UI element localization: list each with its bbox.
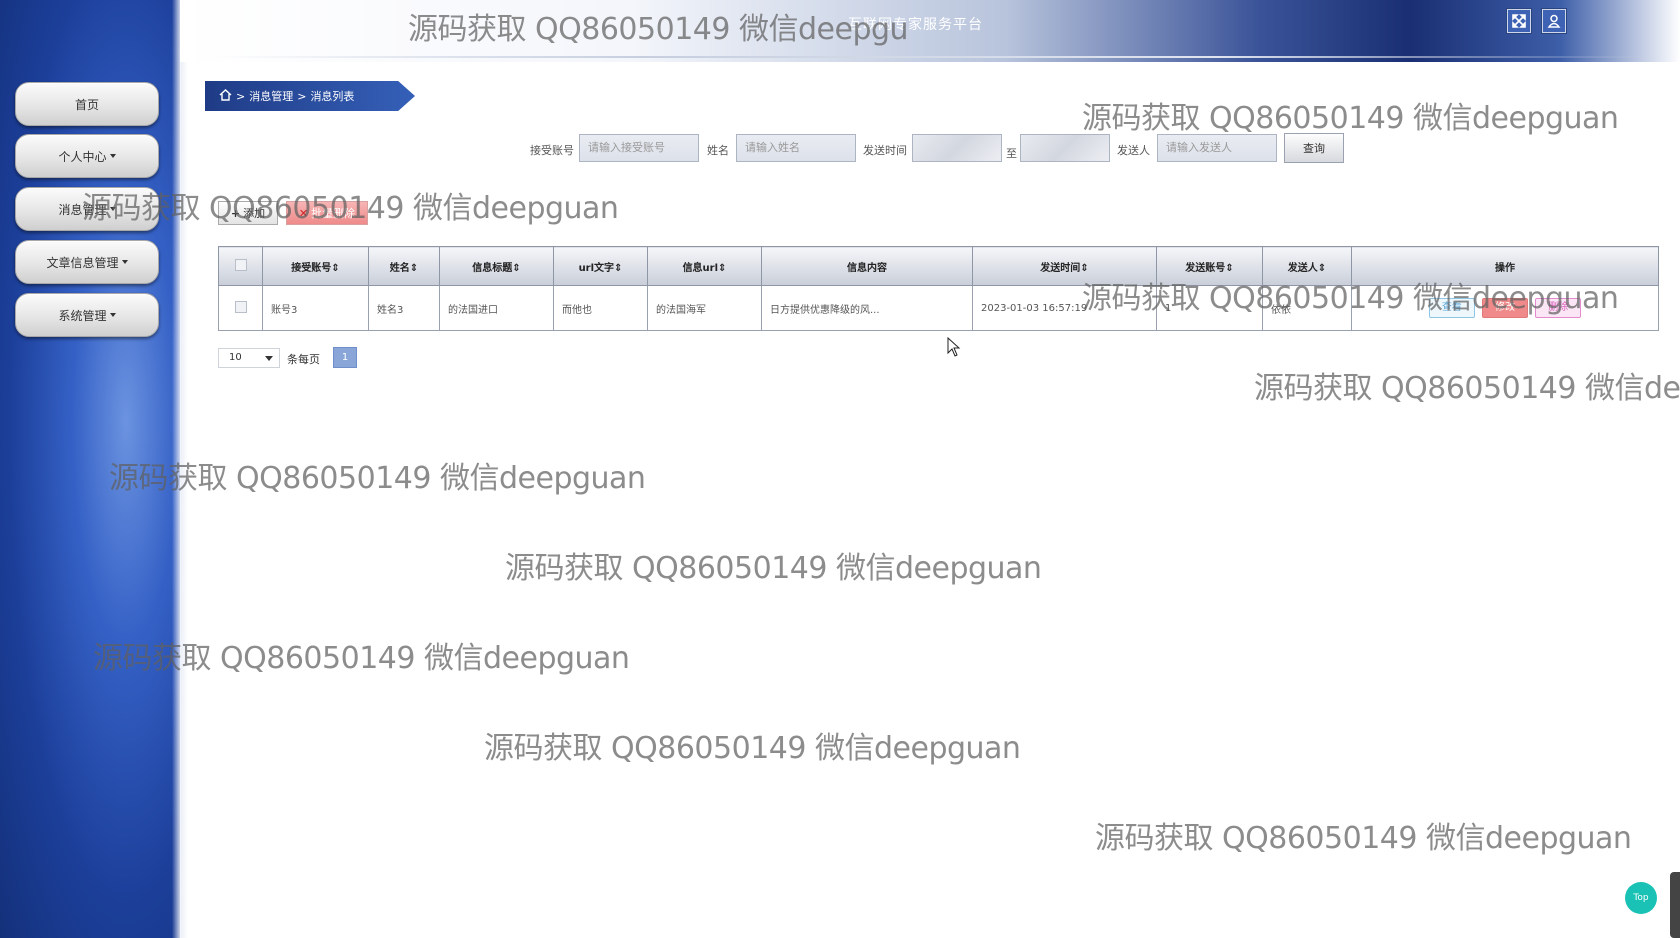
chevron-down-icon	[265, 356, 273, 361]
delete-button[interactable]: 删除	[1535, 298, 1582, 318]
breadcrumb-item-message-management[interactable]: 消息管理	[249, 88, 293, 104]
sidebar-item-label: 消息管理	[58, 202, 107, 217]
watermark-text: 源码获取 QQ86050149 微信deepguan	[505, 551, 1042, 586]
cell-title: 的法国进口	[439, 285, 554, 331]
per-page-label: 条每页	[287, 353, 320, 366]
sender-label: 发送人	[1117, 144, 1150, 157]
table-header-row: 接受账号⇕ 姓名⇕ 信息标题⇕ url文字⇕ 信息url⇕ 信息内容 发送时间⇕…	[218, 246, 1659, 286]
row-checkbox-cell[interactable]	[218, 285, 263, 331]
name-label: 姓名	[707, 144, 729, 157]
mouse-cursor-icon	[947, 336, 961, 360]
scroll-handle[interactable]	[1670, 872, 1680, 938]
page-size-select[interactable]: 10	[218, 348, 280, 368]
breadcrumb-separator: >	[236, 89, 246, 103]
add-button-label: 添加	[243, 207, 266, 220]
send-time-label: 发送时间	[863, 144, 907, 157]
select-all-checkbox-cell[interactable]	[218, 246, 263, 286]
user-icon[interactable]	[1542, 9, 1566, 33]
caret-down-icon	[109, 154, 116, 158]
column-header-url-text[interactable]: url文字⇕	[553, 246, 648, 286]
query-button[interactable]: 查询	[1284, 133, 1344, 163]
select-all-checkbox[interactable]	[234, 258, 247, 271]
range-separator: 至	[1006, 147, 1017, 160]
cell-url-text: 而他也	[553, 285, 648, 331]
caret-down-icon	[109, 207, 116, 211]
watermark-text: 源码获取 QQ86050149 微信deepguan	[109, 461, 646, 496]
sender-input[interactable]: 请输入发送人	[1157, 134, 1277, 162]
sidebar-item-message-management[interactable]: 消息管理	[15, 187, 159, 231]
batch-delete-button[interactable]: ✕ 批量删除	[286, 201, 368, 225]
sidebar-item-system-management[interactable]: 系统管理	[15, 293, 159, 337]
cell-name: 姓名3	[368, 285, 440, 331]
header: 互联网专家服务平台	[180, 0, 1680, 62]
receiver-account-input[interactable]: 请输入接受账号	[579, 134, 699, 162]
receiver-account-label: 接受账号	[530, 144, 574, 157]
column-header-sender[interactable]: 发送人⇕	[1262, 246, 1352, 286]
cell-actions: 查看 修改 删除	[1351, 285, 1659, 331]
sidebar-item-label: 个人中心	[58, 149, 107, 164]
column-header-actions: 操作	[1351, 246, 1659, 286]
column-header-title[interactable]: 信息标题⇕	[439, 246, 554, 286]
sidebar-item-article-management[interactable]: 文章信息管理	[15, 240, 159, 284]
name-input[interactable]: 请输入姓名	[736, 134, 856, 162]
close-icon: ✕	[298, 206, 309, 220]
fullscreen-icon[interactable]	[1507, 9, 1531, 33]
edit-button[interactable]: 修改	[1482, 298, 1528, 318]
column-header-sender-account[interactable]: 发送账号⇕	[1156, 246, 1263, 286]
breadcrumb-separator: >	[297, 89, 307, 103]
column-header-content: 信息内容	[761, 246, 973, 286]
batch-delete-button-label: 批量删除	[311, 207, 356, 220]
plus-icon: +	[230, 206, 241, 220]
sidebar-item-personal-center[interactable]: 个人中心	[15, 134, 159, 178]
message-table: 接受账号⇕ 姓名⇕ 信息标题⇕ url文字⇕ 信息url⇕ 信息内容 发送时间⇕…	[218, 246, 1659, 331]
sidebar-item-label: 首页	[74, 97, 99, 112]
sidebar-item-label: 系统管理	[58, 308, 107, 323]
cell-receiver-account: 账号3	[262, 285, 369, 331]
sidebar-item-label: 文章信息管理	[46, 255, 119, 270]
breadcrumb-item-message-list: 消息列表	[310, 90, 355, 103]
page-size-value: 10	[229, 352, 242, 363]
sidebar-item-home[interactable]: 首页	[15, 82, 159, 126]
watermark-text: 源码获取 QQ86050149 微信deepguan	[484, 731, 1021, 766]
column-header-url[interactable]: 信息url⇕	[647, 246, 762, 286]
watermark-text: 源码获取 QQ86050149 微信deepguan	[1082, 101, 1619, 136]
breadcrumb: > 消息管理 > 消息列表	[205, 81, 415, 111]
send-time-start-input[interactable]	[912, 134, 1002, 162]
cell-content: 日方提供优惠降级的风...	[761, 285, 973, 331]
send-time-end-input[interactable]	[1020, 134, 1110, 162]
column-header-send-time[interactable]: 发送时间⇕	[972, 246, 1157, 286]
column-header-name[interactable]: 姓名⇕	[368, 246, 440, 286]
row-checkbox[interactable]	[234, 300, 247, 313]
sidebar: 首页 个人中心 消息管理 文章信息管理 系统管理	[0, 0, 188, 938]
cell-sender-account: 1	[1156, 285, 1263, 331]
page-number-current[interactable]: 1	[333, 347, 357, 368]
cell-sender: 依依	[1262, 285, 1352, 331]
view-button[interactable]: 查看	[1428, 298, 1475, 318]
cell-send-time: 2023-01-03 16:57:19	[972, 285, 1157, 331]
watermark-text: 源码获取 QQ86050149 微信deepguan	[1095, 821, 1632, 856]
cell-url: 的法国海军	[647, 285, 762, 331]
table-row: 账号3 姓名3 的法国进口 而他也 的法国海军 日方提供优惠降级的风... 20…	[218, 285, 1659, 331]
add-button[interactable]: + 添加	[218, 201, 278, 225]
caret-down-icon	[121, 260, 128, 264]
watermark-text: 源码获取 QQ86050149 微信de	[1254, 371, 1680, 406]
home-icon[interactable]	[219, 88, 232, 104]
caret-down-icon	[109, 313, 116, 317]
column-header-receiver-account[interactable]: 接受账号⇕	[262, 246, 369, 286]
app-title: 互联网专家服务平台	[848, 17, 983, 33]
back-to-top-button[interactable]: Top	[1625, 882, 1657, 914]
